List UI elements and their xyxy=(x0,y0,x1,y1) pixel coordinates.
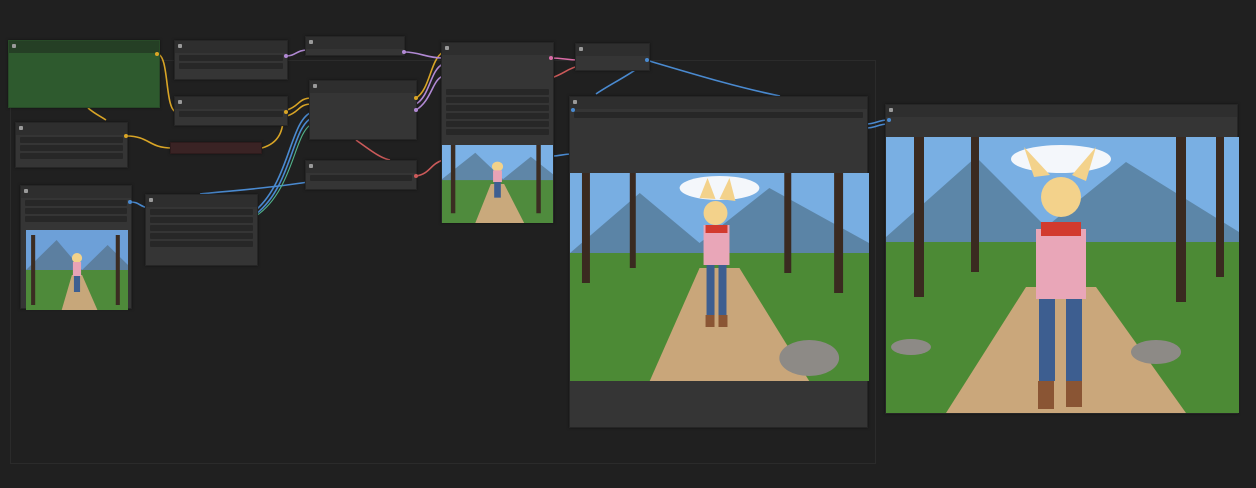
node-widget[interactable] xyxy=(20,137,123,143)
input-port[interactable] xyxy=(887,118,891,122)
image-preview-ksampler xyxy=(442,145,553,223)
image-preview-icon xyxy=(570,173,869,381)
collapse-dot-icon[interactable] xyxy=(309,40,313,44)
image-preview-final xyxy=(886,137,1239,413)
node-header[interactable] xyxy=(310,81,416,93)
node-widget[interactable] xyxy=(179,63,283,69)
collapse-dot-icon[interactable] xyxy=(309,164,313,168)
image-preview-small xyxy=(26,230,128,310)
node-header[interactable] xyxy=(16,123,127,135)
upscale-model-node[interactable] xyxy=(575,43,650,71)
image-preview-main xyxy=(570,173,869,381)
output-port[interactable] xyxy=(549,56,553,60)
conditioning-node[interactable] xyxy=(309,80,417,140)
node-widget[interactable] xyxy=(310,175,412,181)
node-header[interactable] xyxy=(21,186,131,198)
node-widget[interactable] xyxy=(150,209,253,215)
node-widget[interactable] xyxy=(25,200,127,206)
scale-node[interactable] xyxy=(145,194,258,266)
node-header[interactable] xyxy=(570,97,867,109)
node-widget[interactable] xyxy=(446,105,549,111)
text-encode-node-2[interactable] xyxy=(174,96,288,126)
green-note-node[interactable] xyxy=(8,40,160,108)
node-header[interactable] xyxy=(175,41,287,53)
output-port[interactable] xyxy=(414,108,418,112)
node-header[interactable] xyxy=(442,43,553,55)
node-widget[interactable] xyxy=(150,233,253,239)
image-preview-icon xyxy=(442,145,553,223)
collapse-dot-icon[interactable] xyxy=(445,46,449,50)
collapse-dot-icon[interactable] xyxy=(313,84,317,88)
output-port[interactable] xyxy=(128,200,132,204)
node-header[interactable] xyxy=(175,97,287,109)
node-widget[interactable] xyxy=(20,153,123,159)
node-header[interactable] xyxy=(576,44,649,56)
image-preview-icon xyxy=(26,230,128,310)
collapse-dot-icon[interactable] xyxy=(889,108,893,112)
output-port[interactable] xyxy=(414,96,418,100)
collapse-dot-icon[interactable] xyxy=(178,100,182,104)
node-header[interactable] xyxy=(886,105,1237,117)
collapse-dot-icon[interactable] xyxy=(579,47,583,51)
collapse-dot-icon[interactable] xyxy=(573,100,577,104)
node-widget[interactable] xyxy=(150,241,253,247)
node-widget[interactable] xyxy=(446,97,549,103)
link-lavender-2 xyxy=(403,51,444,59)
node-widget[interactable] xyxy=(179,55,283,61)
output-port[interactable] xyxy=(124,134,128,138)
node-widget[interactable] xyxy=(179,111,283,117)
text-encode-node-1[interactable] xyxy=(174,40,288,80)
output-port[interactable] xyxy=(645,58,649,62)
collapse-dot-icon[interactable] xyxy=(24,189,28,193)
image-preview-icon xyxy=(886,137,1239,413)
output-port[interactable] xyxy=(402,50,406,54)
output-port[interactable] xyxy=(284,110,288,114)
node-header[interactable] xyxy=(9,41,159,53)
node-widget[interactable] xyxy=(25,216,127,222)
collapse-dot-icon[interactable] xyxy=(12,44,16,48)
node-widget[interactable] xyxy=(446,121,549,127)
node-widget[interactable] xyxy=(446,89,549,95)
output-port[interactable] xyxy=(284,54,288,58)
vae-node[interactable] xyxy=(305,160,417,190)
input-port[interactable] xyxy=(571,108,575,112)
save-image-node[interactable] xyxy=(885,104,1239,414)
ksampler-node[interactable] xyxy=(441,42,554,223)
node-widget[interactable] xyxy=(446,113,549,119)
node-header[interactable] xyxy=(306,161,416,173)
preview-image-node[interactable] xyxy=(569,96,869,428)
node-header[interactable] xyxy=(306,37,404,49)
collapse-dot-icon[interactable] xyxy=(19,126,23,130)
collapse-dot-icon[interactable] xyxy=(178,44,182,48)
collapse-dot-icon[interactable] xyxy=(149,198,153,202)
output-port[interactable] xyxy=(155,52,159,56)
node-widget[interactable] xyxy=(574,112,863,118)
load-image-node[interactable] xyxy=(20,185,132,310)
node-widget[interactable] xyxy=(446,129,549,135)
loader-node[interactable] xyxy=(15,122,128,168)
collapsed-node[interactable] xyxy=(170,142,262,154)
model-node[interactable] xyxy=(305,36,405,56)
output-port[interactable] xyxy=(414,174,418,178)
node-widget[interactable] xyxy=(20,145,123,151)
node-widget[interactable] xyxy=(150,217,253,223)
node-widget[interactable] xyxy=(150,225,253,231)
node-canvas[interactable] xyxy=(0,0,1256,488)
node-header[interactable] xyxy=(146,195,257,207)
node-widget[interactable] xyxy=(25,208,127,214)
